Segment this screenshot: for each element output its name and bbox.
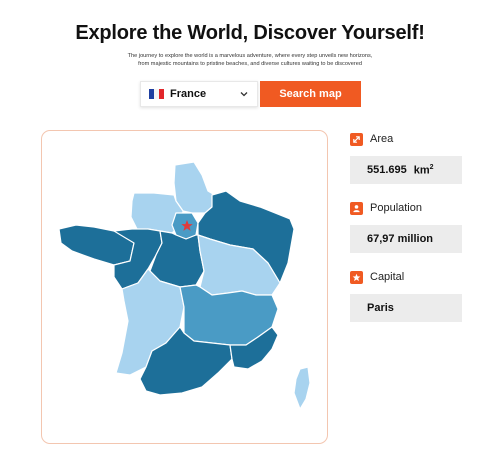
population-value: 67,97 million — [350, 225, 462, 253]
france-map — [58, 161, 311, 410]
expand-arrow-icon — [350, 132, 363, 146]
page-subtitle: The journey to explore the world is a ma… — [110, 52, 390, 68]
capital-info: Capital Paris — [350, 269, 462, 322]
country-select-value: France — [170, 88, 207, 100]
person-icon — [350, 201, 363, 215]
population-info: Population 67,97 million — [350, 200, 462, 253]
region-corse[interactable] — [293, 366, 311, 410]
search-map-button[interactable]: Search map — [260, 81, 361, 107]
capital-label: Capital — [370, 271, 405, 283]
population-label: Population — [370, 202, 422, 214]
area-label: Area — [370, 133, 394, 145]
chevron-down-icon — [240, 92, 248, 97]
area-value: 551.695 — [367, 164, 407, 176]
area-unit: km2 — [413, 163, 434, 177]
map-card — [41, 130, 328, 444]
page-title: Explore the World, Discover Yourself! — [75, 22, 425, 44]
country-select[interactable]: France — [140, 81, 258, 107]
french-flag-icon — [149, 89, 164, 99]
capital-value: Paris — [350, 294, 462, 322]
subtitle-line-2: from majestic mountains to pristine beac… — [138, 61, 362, 67]
subtitle-line-1: The journey to explore the world is a ma… — [127, 53, 373, 59]
area-info: Area 551.695 km2 — [350, 131, 462, 184]
area-value-box: 551.695 km2 — [350, 156, 462, 184]
star-icon — [350, 270, 363, 284]
